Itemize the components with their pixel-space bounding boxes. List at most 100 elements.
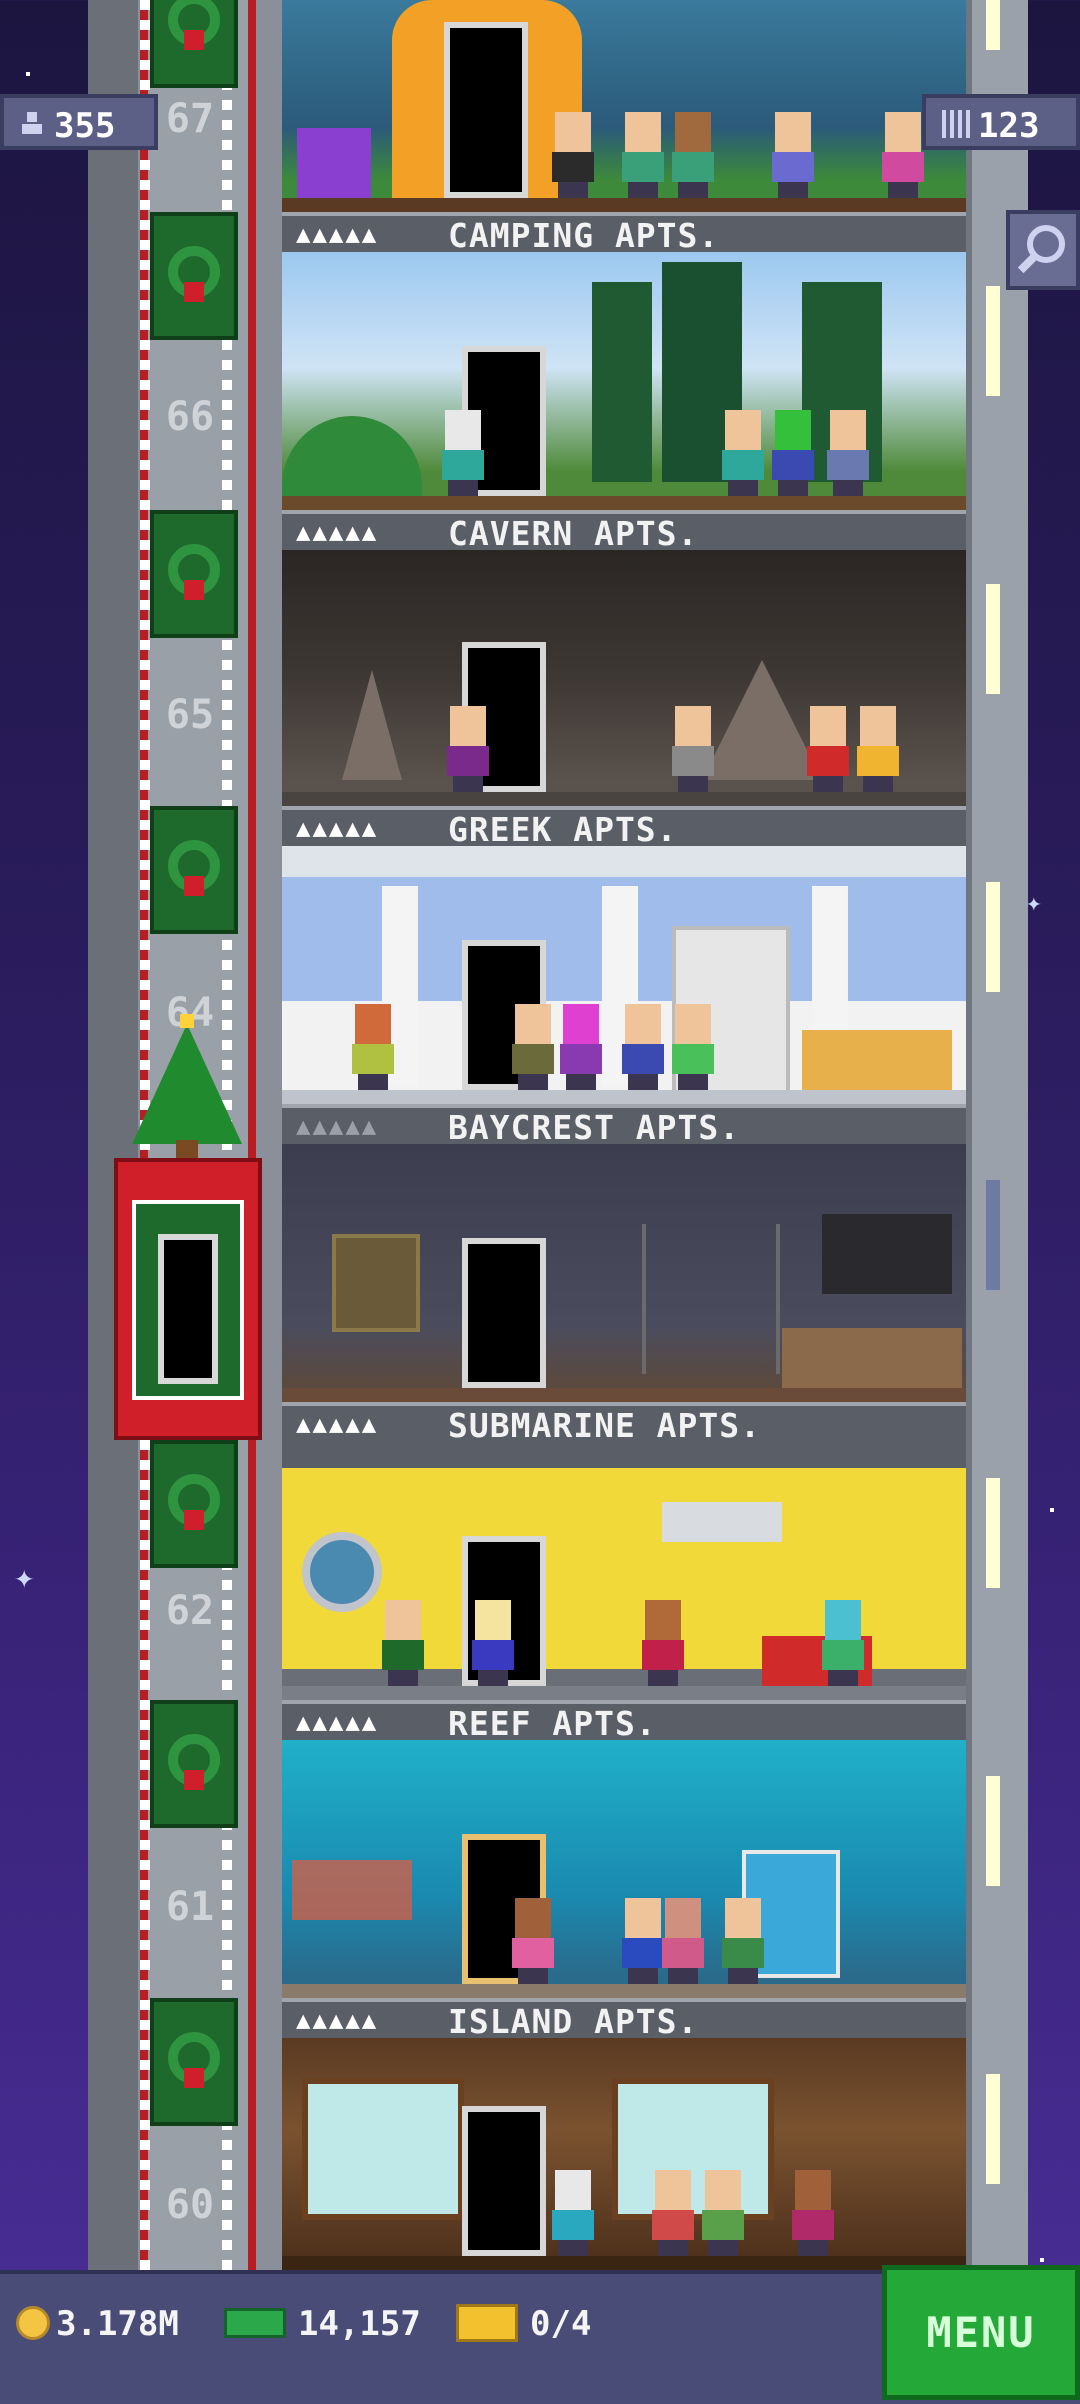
floor-room[interactable] — [282, 1740, 966, 2002]
floor-name: REEF APTS. — [448, 1704, 657, 1743]
wreath-icon — [150, 0, 238, 88]
wreath-icon — [150, 212, 238, 340]
tenant[interactable] — [652, 2170, 694, 2256]
tenant[interactable] — [792, 2170, 834, 2256]
tenant[interactable] — [512, 1004, 554, 1090]
coin-icon — [16, 2306, 50, 2340]
bux-value: 14,157 — [298, 2304, 421, 2344]
population-value: 355 — [54, 106, 116, 146]
tenant[interactable] — [622, 1898, 664, 1984]
tenant[interactable] — [552, 2170, 594, 2256]
floor-room[interactable] — [282, 252, 966, 514]
tenant[interactable] — [807, 706, 849, 792]
window — [986, 882, 1000, 992]
window — [986, 286, 1000, 396]
floor-stars: ▲▲▲▲▲ — [296, 220, 379, 248]
tenant[interactable] — [722, 410, 764, 496]
floor-room[interactable] — [282, 846, 966, 1108]
tenant[interactable] — [857, 706, 899, 792]
floor-label[interactable]: ▲▲▲▲▲ CAVERN APTS. — [282, 510, 966, 553]
floor-stars: ▲▲▲▲▲ — [296, 814, 379, 842]
star — [1040, 2258, 1044, 2262]
floor-label[interactable]: ▲▲▲▲▲ BAYCREST APTS. — [282, 1104, 966, 1147]
window — [986, 1776, 1000, 1886]
floor-label[interactable]: ▲▲▲▲▲ REEF APTS. — [282, 1700, 966, 1743]
magnifier-icon — [1017, 225, 1065, 274]
tenant[interactable] — [672, 1004, 714, 1090]
elevator-car[interactable] — [114, 1158, 262, 1440]
wreath-icon — [150, 1440, 238, 1568]
floor-stars: ▲▲▲▲▲ — [296, 1112, 379, 1140]
sparkle-icon: ✦ — [14, 1557, 35, 1597]
tower-wall — [88, 0, 138, 2270]
floor-stars: ▲▲▲▲▲ — [296, 2006, 379, 2034]
star — [26, 72, 30, 76]
shaft-floor-number: 67 — [165, 96, 215, 142]
apartment-door[interactable] — [462, 1238, 546, 1388]
floor-room[interactable] — [282, 2038, 966, 2274]
menu-button[interactable]: MENU — [882, 2265, 1080, 2400]
search-button[interactable] — [1006, 210, 1080, 290]
tenant[interactable] — [352, 1004, 394, 1090]
wreath-icon — [150, 1998, 238, 2126]
floor-name: BAYCREST APTS. — [448, 1108, 741, 1147]
apartment-door[interactable] — [462, 2106, 546, 2256]
bux-icon — [224, 2308, 286, 2338]
tenant[interactable] — [552, 112, 594, 198]
sparkle-icon: ✦ — [1026, 888, 1042, 918]
floor-room[interactable] — [282, 0, 966, 216]
tenant[interactable] — [442, 410, 484, 496]
floor-name: GREEK APTS. — [448, 810, 678, 849]
floor-label[interactable]: ▲▲▲▲▲ GREEK APTS. — [282, 806, 966, 849]
tenant[interactable] — [772, 410, 814, 496]
tickets-value: 0/4 — [530, 2304, 592, 2344]
tenant[interactable] — [822, 1600, 864, 1686]
window — [986, 1478, 1000, 1588]
tenant[interactable] — [662, 1898, 704, 1984]
tenant[interactable] — [672, 706, 714, 792]
floor-room[interactable] — [282, 1144, 966, 1406]
tenant[interactable] — [472, 1600, 514, 1686]
floor-label[interactable]: ▲▲▲▲▲ CAMPING APTS. — [282, 212, 966, 255]
tenant[interactable] — [882, 112, 924, 198]
window — [986, 584, 1000, 694]
tenant[interactable] — [772, 112, 814, 198]
shaft-floor-number: 65 — [165, 692, 215, 738]
floor-name: SUBMARINE APTS. — [448, 1406, 762, 1445]
shaft-floor-number: 66 — [165, 394, 215, 440]
shaft-floor-number: 62 — [165, 1588, 215, 1634]
tenant[interactable] — [560, 1004, 602, 1090]
wreath-icon — [150, 1700, 238, 1828]
tenant[interactable] — [512, 1898, 554, 1984]
tenant[interactable] — [447, 706, 489, 792]
apartment-door[interactable] — [444, 22, 528, 198]
shaft-floor-number: 60 — [165, 2182, 215, 2228]
tenant[interactable] — [622, 112, 664, 198]
floor-counter[interactable]: 123 — [922, 94, 1080, 150]
tenant[interactable] — [722, 1898, 764, 1984]
floor-stars: ▲▲▲▲▲ — [296, 518, 379, 546]
tenant[interactable] — [622, 1004, 664, 1090]
floor-label[interactable]: ▲▲▲▲▲ ISLAND APTS. — [282, 1998, 966, 2041]
coins-value: 3.178M — [56, 2304, 179, 2344]
tenant[interactable] — [702, 2170, 744, 2256]
population-counter[interactable]: 355 — [0, 94, 158, 150]
ticket-icon — [456, 2304, 518, 2342]
floor-count-value: 123 — [978, 106, 1040, 146]
floor-stars: ▲▲▲▲▲ — [296, 1708, 379, 1736]
floor-room[interactable] — [282, 1442, 966, 1704]
tenant[interactable] — [672, 112, 714, 198]
christmas-tree-icon — [132, 1014, 242, 1158]
tenant[interactable] — [642, 1600, 684, 1686]
wreath-icon — [150, 806, 238, 934]
star — [1050, 1508, 1054, 1512]
window — [986, 0, 1000, 50]
floor-label[interactable]: ▲▲▲▲▲ SUBMARINE APTS. — [282, 1402, 966, 1445]
floor-name: CAVERN APTS. — [448, 514, 699, 553]
floor-room[interactable] — [282, 550, 966, 810]
person-icon — [22, 112, 42, 134]
wreath-icon — [150, 510, 238, 638]
tenant[interactable] — [827, 410, 869, 496]
window — [986, 1180, 1000, 1290]
tenant[interactable] — [382, 1600, 424, 1686]
